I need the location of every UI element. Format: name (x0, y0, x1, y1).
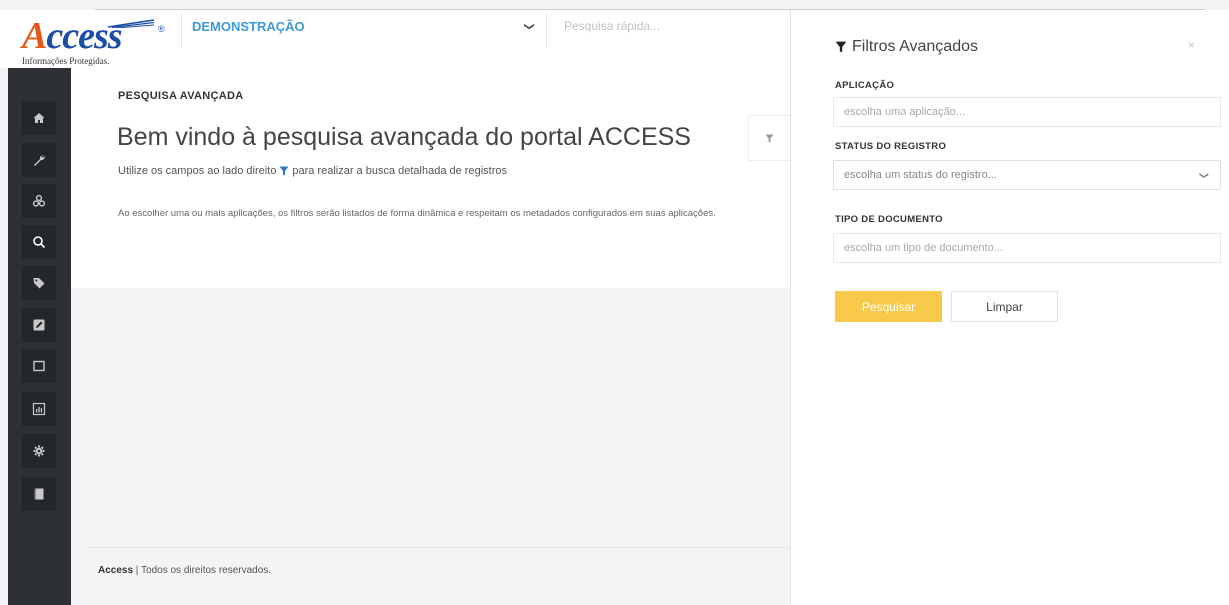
filter-icon (279, 166, 289, 176)
footer: Access | Todos os direitos reservados. (98, 565, 271, 576)
header-divider (546, 14, 547, 48)
chart-icon (32, 402, 46, 416)
quick-search-input[interactable] (564, 19, 764, 33)
logo-wordmark: Access (22, 15, 123, 57)
logo-registered-mark: ® (158, 24, 165, 34)
filter-toggle-button[interactable] (748, 115, 790, 161)
chevron-down-icon: ❯ (1199, 171, 1210, 180)
filter-icon (765, 133, 774, 143)
sidebar-item-window[interactable] (22, 349, 56, 383)
sidebar-item-tools[interactable] (22, 143, 56, 177)
sidebar (8, 68, 71, 605)
logo-tagline: Informações Protegidas. (22, 56, 110, 66)
search-button[interactable]: Pesquisar (835, 291, 942, 322)
header-divider (181, 14, 182, 48)
close-icon[interactable]: × (1188, 38, 1195, 52)
page-title: Bem vindo à pesquisa avançada do portal … (117, 123, 691, 151)
footer-brand: Access (98, 565, 134, 576)
sidebar-item-search[interactable] (22, 225, 56, 259)
sidebar-item-settings[interactable] (22, 434, 56, 468)
footer-separator: | (133, 565, 142, 576)
panel-title-text: Filtros Avançados (852, 38, 978, 55)
sidebar-item-tags[interactable] (22, 266, 56, 300)
sidebar-item-docs[interactable] (22, 477, 56, 511)
sidebar-item-edit[interactable] (22, 308, 56, 342)
section-label: PESQUISA AVANÇADA (118, 90, 244, 102)
status-label: STATUS DO REGISTRO (835, 141, 947, 152)
description-text: Ao escolher uma ou mais aplicações, os f… (118, 208, 716, 219)
cubes-icon (32, 194, 46, 207)
instruction-text: Utilize os campos ao lado direito para r… (118, 165, 507, 177)
document-type-input[interactable] (833, 233, 1221, 263)
wrench-icon (34, 155, 45, 166)
edit-icon (33, 319, 45, 331)
footer-rights: Todos os direitos reservados. (141, 565, 272, 576)
sidebar-item-reports[interactable] (22, 392, 56, 426)
book-icon (34, 488, 44, 500)
status-select-placeholder: escolha um status do registro... (844, 169, 997, 181)
instruction-text-before: Utilize os campos ao lado direito (118, 165, 277, 177)
filter-icon (835, 41, 847, 53)
panel-title: Filtros Avançados (835, 38, 978, 56)
document-type-label: TIPO DE DOCUMENTO (835, 214, 943, 225)
sidebar-item-modules[interactable] (22, 184, 56, 218)
gear-icon (33, 445, 45, 457)
window-icon (33, 360, 45, 372)
search-icon (33, 236, 46, 249)
application-input[interactable] (833, 97, 1221, 127)
status-select[interactable]: escolha um status do registro... ❯ (833, 160, 1221, 190)
application-selector[interactable]: DEMONSTRAÇÃO (192, 19, 305, 34)
sidebar-item-home[interactable] (22, 101, 56, 135)
clear-button[interactable]: Limpar (951, 291, 1058, 322)
application-label: APLICAÇÃO (835, 80, 895, 91)
chevron-down-icon[interactable]: ❯ (524, 22, 535, 30)
home-icon (33, 113, 45, 123)
footer-divider (85, 547, 790, 548)
tag-icon (33, 278, 45, 289)
access-logo[interactable]: Access ® Informações Protegidas. (22, 15, 172, 68)
instruction-text-after: para realizar a busca detalhada de regis… (292, 165, 507, 177)
